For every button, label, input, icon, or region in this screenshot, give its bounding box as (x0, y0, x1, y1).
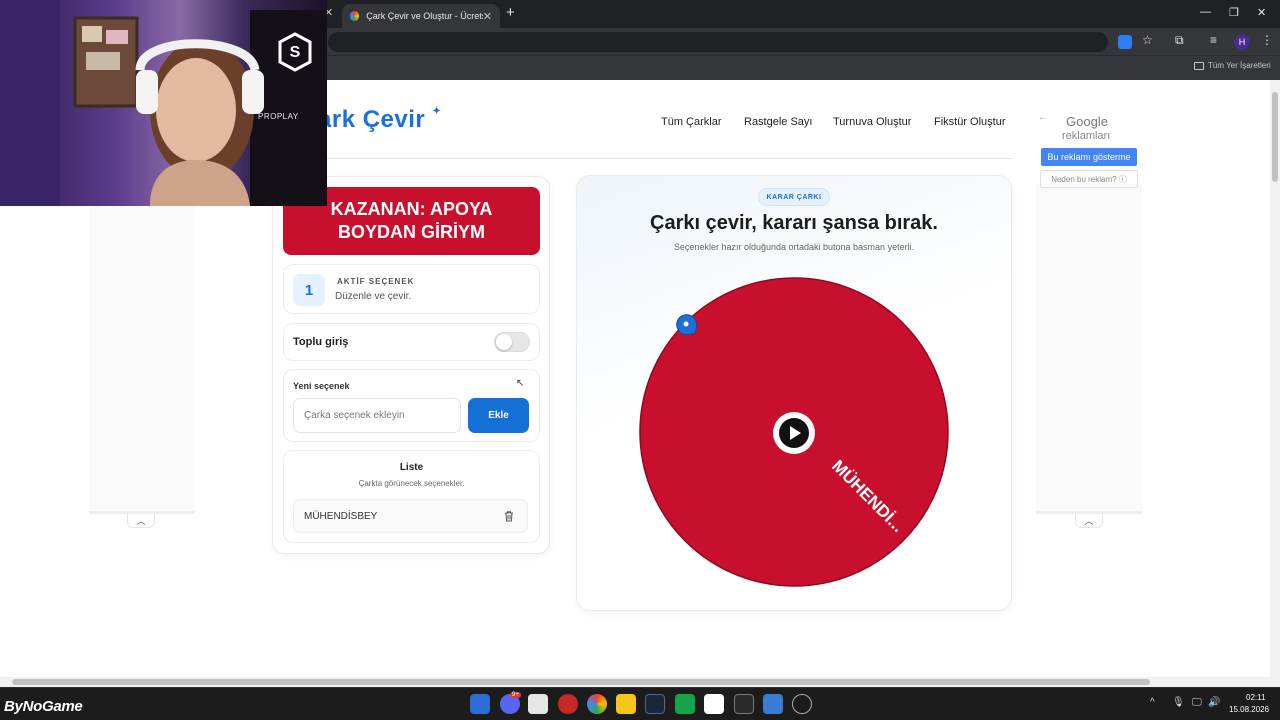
extension-icon[interactable] (1118, 35, 1132, 49)
list-item-label: MÜHENDİSBEY (304, 511, 378, 522)
all-bookmarks-label: Tüm Yer İşaretleri (1208, 61, 1271, 70)
close-tab-icon[interactable]: ✕ (483, 10, 492, 23)
ad-back-arrow-icon[interactable]: ← (1038, 112, 1048, 123)
webcam-brand-label: PROPLAY (258, 112, 299, 121)
webcam-overlay: S PROPLAY (0, 0, 327, 206)
extensions-puzzle-icon[interactable]: ⧉ (1175, 33, 1184, 48)
media-controls-icon[interactable]: ≡ (1210, 33, 1217, 47)
collapse-ad-chevron-up-icon[interactable]: ︿ (1075, 514, 1103, 528)
app-red-icon[interactable] (558, 694, 578, 714)
volume-icon[interactable]: 🔊 (1208, 697, 1220, 708)
epic-games-icon[interactable] (734, 694, 754, 714)
wheel-badge: KARAR ÇARKI (758, 188, 830, 206)
left-ad-panel (89, 184, 195, 514)
play-app-icon[interactable] (675, 694, 695, 714)
network-icon[interactable]: 🖵 (1192, 697, 1202, 708)
active-options-title: AKTİF SEÇENEK (337, 277, 415, 286)
profile-avatar[interactable]: H (1234, 34, 1250, 50)
menu-kebab-icon[interactable]: ⋮ (1261, 33, 1273, 47)
clock-date[interactable]: 15.08.2026 (1229, 705, 1269, 714)
ad-ads-label: reklamları (1062, 130, 1111, 142)
folder-icon (1194, 61, 1204, 70)
bynogame-logo: ByNoGame (4, 698, 83, 715)
vertical-scroll-thumb[interactable] (1272, 92, 1278, 182)
option-list-title: Liste (399, 462, 424, 473)
header-divider (318, 158, 1012, 159)
capcut-icon[interactable] (704, 694, 724, 714)
microphone-icon[interactable]: 🎙 (1172, 697, 1185, 708)
winner-line-2: BOYDAN GİRİYM (337, 222, 485, 242)
delete-trash-icon[interactable] (502, 509, 516, 523)
logo-sparkle-icon: ✦ (432, 106, 442, 117)
active-options-count: 1 (293, 274, 325, 306)
start-windows-icon[interactable] (470, 694, 490, 714)
all-bookmarks-button[interactable]: Tüm Yer İşaretleri (1194, 61, 1271, 70)
app-blue-icon[interactable] (763, 694, 783, 714)
nav-all-wheels[interactable]: Tüm Çarklar (661, 116, 722, 128)
ad-google-label: Google (1066, 114, 1108, 129)
tab-favicon-icon (350, 11, 360, 21)
tab-active[interactable]: Çark Çevir ve Oluştur - Ücretsiz ✕ (342, 4, 500, 28)
new-option-label: Yeni seçenek (293, 381, 350, 391)
nav-random-number[interactable]: Rastgele Sayı (744, 116, 812, 128)
spin-wheel[interactable]: MÜHENDİ... (630, 268, 960, 598)
right-ad-panel (1036, 184, 1142, 514)
window-close-icon[interactable]: ✕ (1257, 6, 1266, 19)
windows-taskbar (0, 687, 1280, 720)
bulk-entry-label: Toplu giriş (293, 336, 349, 348)
new-option-input[interactable] (293, 398, 461, 433)
minimize-icon[interactable]: — (1200, 6, 1211, 18)
obs-icon[interactable] (792, 694, 812, 714)
why-this-ad-button[interactable]: Neden bu reklam? ⓘ (1040, 170, 1138, 188)
store-icon[interactable] (528, 694, 548, 714)
webcam-video: S (0, 0, 327, 206)
steam-icon[interactable] (645, 694, 665, 714)
address-bar[interactable] (328, 32, 1108, 52)
wheel-subtitle: Seçenekler hazır olduğunda ortadaki buto… (673, 242, 915, 252)
hide-ad-button[interactable]: Bu reklamı gösterme (1041, 148, 1137, 166)
mouse-cursor-icon: ↖ (516, 378, 525, 389)
discord-badge: 9+ (510, 692, 521, 698)
add-option-button[interactable]: Ekle (468, 398, 529, 433)
files-icon[interactable] (616, 694, 636, 714)
svg-text:S: S (290, 44, 301, 61)
new-tab-button[interactable]: + (506, 4, 515, 21)
site-logo[interactable]: ark Çevir ✦ (318, 106, 441, 134)
site-logo-text: ark Çevir (318, 106, 426, 133)
tab-title: Çark Çevir ve Oluştur - Ücretsiz (366, 11, 483, 21)
bookmark-star-icon[interactable]: ☆ (1142, 33, 1153, 47)
bulk-entry-toggle-knob[interactable] (496, 334, 512, 350)
wheel-title: Çarkı çevir, kararı şansa bırak. (650, 212, 938, 234)
collapse-ad-chevron-up-icon[interactable]: ︿ (127, 514, 155, 528)
nav-create-tournament[interactable]: Turnuva Oluştur (833, 116, 911, 128)
option-list-subtitle: Çarkta görünecek seçenekler. (358, 479, 465, 488)
active-options-subtitle: Düzenle ve çevir. (335, 291, 412, 302)
tray-overflow-icon[interactable]: ^ (1150, 697, 1155, 708)
horizontal-scroll-thumb[interactable] (12, 679, 1150, 685)
restore-icon[interactable]: ❐ (1229, 6, 1239, 19)
clock-time[interactable]: 02:11 (1246, 693, 1265, 702)
chrome-icon[interactable] (587, 694, 607, 714)
nav-create-fixture[interactable]: Fikstür Oluştur (934, 116, 1006, 128)
